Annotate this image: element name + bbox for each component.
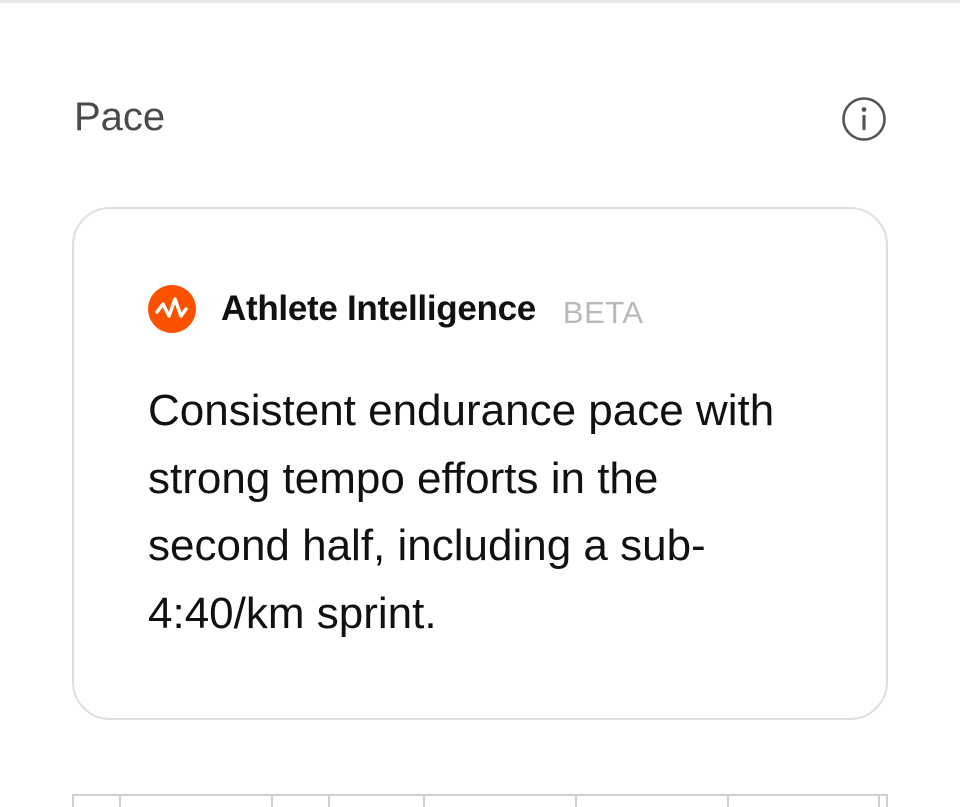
axis-tick: [119, 794, 121, 807]
axis-tick: [271, 794, 273, 807]
axis-tick: [328, 794, 330, 807]
strava-logo-icon: [148, 285, 196, 333]
axis-tick: [878, 794, 880, 807]
brand-name: Athlete Intelligence: [221, 289, 536, 328]
top-divider: [0, 0, 960, 3]
chart-axis: [72, 794, 888, 807]
axis-tick: [575, 794, 577, 807]
info-button[interactable]: [841, 96, 887, 142]
axis-tick: [423, 794, 425, 807]
axis-tick: [886, 794, 888, 807]
card-header: Athlete Intelligence BETA: [148, 283, 644, 335]
ai-summary-text: Consistent endurance pace with strong te…: [148, 386, 775, 638]
axis-line: [72, 794, 888, 796]
axis-tick: [72, 794, 74, 807]
info-circle-icon: [842, 97, 886, 141]
axis-tick: [727, 794, 729, 807]
athlete-intelligence-card[interactable]: Athlete Intelligence BETA Consistent end…: [72, 207, 888, 720]
section-title: Pace: [74, 95, 166, 139]
beta-badge: BETA: [562, 295, 644, 330]
